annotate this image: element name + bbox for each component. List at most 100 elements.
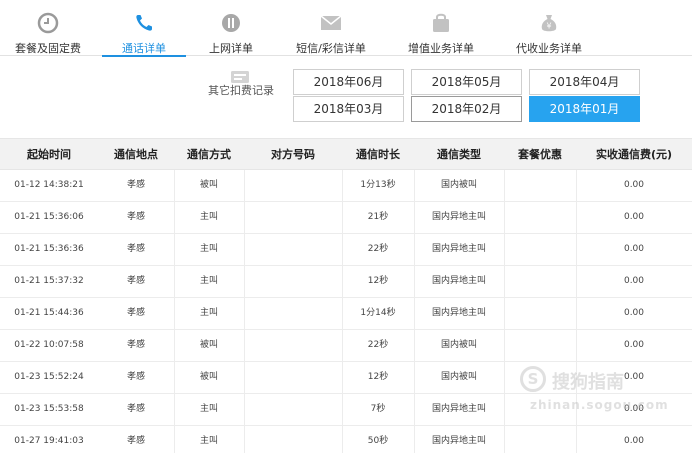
month-button-2018-03[interactable]: 2018年03月 (293, 96, 404, 122)
tab-label: 短信/彩信详单 (296, 42, 366, 55)
bag-icon (433, 13, 449, 32)
cell-call-method: 主叫 (199, 404, 218, 414)
cell-call-type: 国内异地主叫 (431, 244, 486, 254)
cell-package-discount (504, 426, 576, 453)
table-row: 01-21 15:44:36 孝感 主叫 1分14秒 国内异地主叫 0.00 (0, 298, 692, 330)
table-row: 01-21 15:37:32 孝感 主叫 12秒 国内异地主叫 0.00 (0, 266, 692, 298)
cell-duration: 1分14秒 (360, 308, 396, 318)
table-row: 01-12 14:38:21 孝感 被叫 1分13秒 国内被叫 0.00 (0, 170, 692, 202)
cell-other-number (244, 330, 342, 362)
cell-duration: 7秒 (370, 404, 386, 414)
cell-start-time: 01-21 15:36:06 (14, 212, 84, 222)
col-package-discount: 套餐优惠 (518, 148, 562, 161)
cell-other-number (244, 234, 342, 266)
col-start-time: 起始时间 (27, 148, 71, 161)
cell-fee: 0.00 (623, 340, 645, 350)
cell-location: 孝感 (126, 212, 145, 222)
money-bag-icon: ¥ (541, 15, 557, 32)
cell-start-time: 01-21 15:44:36 (14, 308, 84, 318)
tab-label: 套餐及固定费 (15, 42, 81, 55)
tab-internet-details[interactable]: 上网详单 (200, 0, 262, 56)
cell-location: 孝感 (126, 276, 145, 286)
cell-start-time: 01-22 10:07:58 (14, 340, 84, 350)
cell-package-discount (504, 362, 576, 394)
cell-other-number (244, 266, 342, 298)
cell-other-number (244, 202, 342, 234)
table-row: 01-21 15:36:06 孝感 主叫 21秒 国内异地主叫 0.00 (0, 202, 692, 234)
month-button-2018-02[interactable]: 2018年02月 (411, 96, 522, 122)
table-row: 01-23 15:52:24 孝感 被叫 12秒 国内被叫 0.00 (0, 362, 692, 394)
cell-location: 孝感 (126, 340, 145, 350)
cell-location: 孝感 (126, 180, 145, 190)
tab-call-details[interactable]: 通话详单 (102, 0, 186, 57)
cell-call-type: 国内被叫 (440, 372, 477, 382)
cell-other-number (244, 426, 342, 453)
cell-fee: 0.00 (623, 244, 645, 254)
month-button-2018-05[interactable]: 2018年05月 (411, 69, 522, 95)
tab-collection-details[interactable]: ¥ 代收业务详单 (504, 0, 594, 56)
cell-call-method: 被叫 (199, 180, 218, 190)
month-button-2018-06[interactable]: 2018年06月 (293, 69, 404, 95)
svg-text:¥: ¥ (546, 22, 551, 31)
cell-call-method: 主叫 (199, 308, 218, 318)
col-duration: 通信时长 (356, 148, 400, 161)
month-button-2018-04[interactable]: 2018年04月 (529, 69, 640, 95)
col-other-number: 对方号码 (271, 148, 315, 161)
cell-start-time: 01-12 14:38:21 (14, 180, 84, 190)
cell-call-method: 主叫 (199, 212, 218, 222)
cell-call-type: 国内被叫 (440, 340, 477, 350)
cell-call-type: 国内异地主叫 (431, 276, 486, 286)
month-button-2018-01[interactable]: 2018年01月 (529, 96, 640, 122)
globe-icon (222, 14, 240, 32)
cell-start-time: 01-21 15:37:32 (14, 276, 84, 286)
cell-package-discount (504, 266, 576, 298)
cell-duration: 21秒 (367, 212, 389, 222)
tab-value-added-details[interactable]: 增值业务详单 (396, 0, 486, 56)
envelope-icon (320, 15, 342, 30)
table-row: 01-23 15:53:58 孝感 主叫 7秒 国内异地主叫 0.00 (0, 394, 692, 426)
cell-location: 孝感 (126, 308, 145, 318)
tab-label: 通话详单 (122, 42, 166, 55)
cell-fee: 0.00 (623, 180, 645, 190)
table-row: 01-22 10:07:58 孝感 被叫 22秒 国内被叫 0.00 (0, 330, 692, 362)
cell-package-discount (504, 394, 576, 426)
table-header: 起始时间 通信地点 通信方式 对方号码 通信时长 通信类型 套餐优惠 实收通信费… (0, 138, 692, 170)
tab-sms-mms-details[interactable]: 短信/彩信详单 (286, 0, 376, 56)
col-call-method: 通信方式 (187, 148, 231, 161)
cell-duration: 1分13秒 (360, 180, 396, 190)
cell-start-time: 01-27 19:41:03 (14, 436, 84, 446)
cell-start-time: 01-21 15:36:36 (14, 244, 84, 254)
table-row: 01-27 19:41:03 孝感 主叫 50秒 国内异地主叫 0.00 (0, 426, 692, 453)
tab-label: 增值业务详单 (408, 42, 474, 55)
cell-call-method: 被叫 (199, 372, 218, 382)
table-row: 01-21 15:36:36 孝感 主叫 22秒 国内异地主叫 0.00 (0, 234, 692, 266)
cell-fee: 0.00 (623, 308, 645, 318)
cell-other-number (244, 298, 342, 330)
cell-call-type: 国内异地主叫 (431, 436, 486, 446)
cell-location: 孝感 (126, 404, 145, 414)
cell-call-type: 国内被叫 (440, 180, 477, 190)
cell-fee: 0.00 (623, 276, 645, 286)
cell-call-type: 国内异地主叫 (431, 308, 486, 318)
cell-call-method: 主叫 (199, 276, 218, 286)
cell-package-discount (504, 330, 576, 362)
cell-package-discount (504, 234, 576, 266)
cell-start-time: 01-23 15:52:24 (14, 372, 84, 382)
cell-package-discount (504, 298, 576, 330)
cell-fee: 0.00 (623, 436, 645, 446)
cell-call-type: 国内异地主叫 (431, 404, 486, 414)
active-tab-indicator (102, 55, 186, 57)
cell-other-number (244, 170, 342, 202)
cell-location: 孝感 (126, 436, 145, 446)
cell-call-type: 国内异地主叫 (431, 212, 486, 222)
cell-other-number (244, 394, 342, 426)
cell-duration: 12秒 (367, 276, 389, 286)
cell-call-method: 被叫 (199, 340, 218, 350)
cell-duration: 22秒 (367, 244, 389, 254)
detail-tabs: 套餐及固定费 通话详单 上网详单 短信/彩信详单 增值业务详单 ¥ 代收业务详单 (0, 0, 692, 57)
cell-location: 孝感 (126, 244, 145, 254)
cell-duration: 22秒 (367, 340, 389, 350)
tab-package-fixed-fee[interactable]: 套餐及固定费 (8, 0, 88, 56)
cell-fee: 0.00 (623, 212, 645, 222)
cell-duration: 50秒 (367, 436, 389, 446)
